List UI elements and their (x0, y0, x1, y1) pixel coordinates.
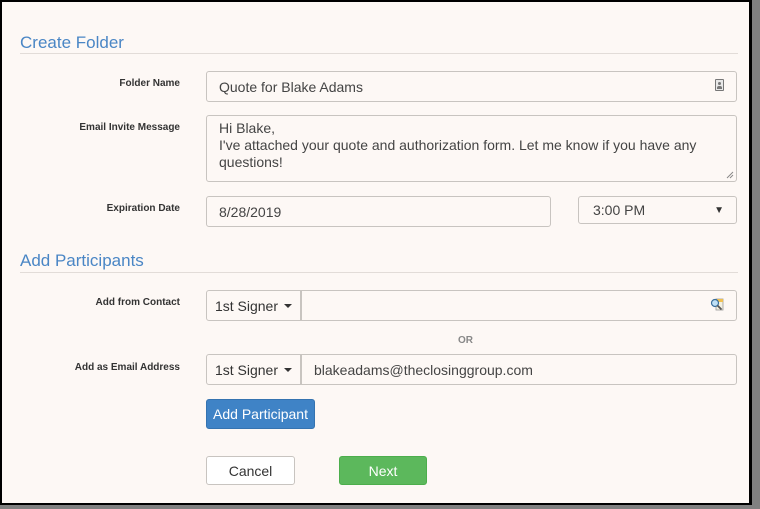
add-participants-heading: Add Participants (20, 251, 144, 270)
email-message-label: Email Invite Message (79, 122, 180, 133)
divider (20, 272, 738, 273)
expiration-time-select[interactable]: 3:00 PM ▼ (578, 196, 737, 224)
expiration-date-label: Expiration Date (106, 203, 180, 214)
contact-role-dropdown[interactable]: 1st Signer (206, 290, 301, 321)
create-folder-heading: Create Folder (20, 33, 124, 52)
next-button[interactable]: Next (339, 456, 427, 485)
email-role-dropdown[interactable]: 1st Signer (206, 354, 301, 385)
divider (20, 53, 738, 54)
expiration-date-input[interactable]: 8/28/2019 (206, 196, 551, 227)
folder-name-value: Quote for Blake Adams (219, 78, 363, 95)
search-contact-icon[interactable] (710, 298, 724, 312)
caret-down-icon (284, 303, 293, 308)
email-address-input[interactable]: blakeadams@theclosinggroup.com (301, 354, 737, 385)
add-participant-button[interactable]: Add Participant (206, 399, 315, 429)
cancel-button[interactable]: Cancel (206, 456, 295, 485)
email-message-textarea[interactable]: Hi Blake, I've attached your quote and a… (206, 115, 737, 182)
email-address-value: blakeadams@theclosinggroup.com (314, 361, 533, 378)
or-separator: OR (458, 335, 473, 346)
resize-handle-icon[interactable] (726, 171, 734, 179)
contact-search-input[interactable] (301, 290, 737, 321)
expiration-date-value: 8/28/2019 (219, 203, 282, 220)
contact-card-icon[interactable] (715, 79, 724, 91)
create-folder-dialog: Create Folder Folder Name Quote for Blak… (0, 0, 752, 505)
caret-down-icon (284, 367, 293, 372)
dropdown-arrow-icon: ▼ (714, 204, 724, 216)
expiration-time-value: 3:00 PM (593, 202, 646, 218)
add-from-contact-label: Add from Contact (95, 297, 180, 308)
contact-role-value: 1st Signer (214, 297, 279, 314)
add-email-label: Add as Email Address (74, 362, 180, 373)
folder-name-input[interactable]: Quote for Blake Adams (206, 71, 737, 102)
email-message-line: I've attached your quote and authorizati… (219, 137, 697, 170)
email-message-line: Hi Blake, (219, 120, 276, 136)
folder-name-label: Folder Name (119, 78, 180, 89)
email-role-value: 1st Signer (214, 361, 279, 378)
